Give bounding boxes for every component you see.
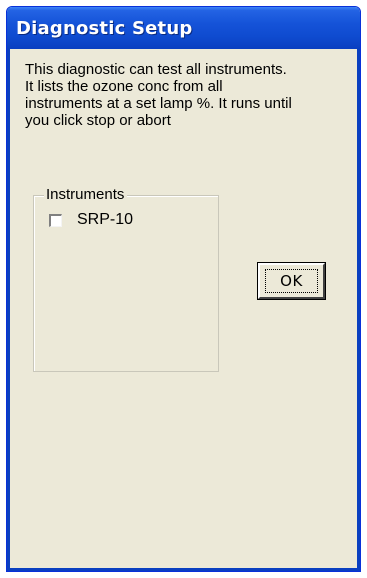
checkbox-unchecked-icon[interactable] xyxy=(49,213,62,227)
description-line-4: you click stop or abort xyxy=(25,112,171,129)
description-text: This diagnostic can test all instruments… xyxy=(25,61,350,129)
instruments-group-label: Instruments xyxy=(44,186,128,204)
description-line-1: This diagnostic can test all instruments… xyxy=(25,61,287,78)
instruments-groupbox: Instruments SRP-10 xyxy=(33,186,219,372)
instrument-checkbox-srp-10[interactable]: SRP-10 xyxy=(49,211,133,229)
dialog-client-area: This diagnostic can test all instruments… xyxy=(7,49,360,571)
description-line-3: instruments at a set lamp %. It runs unt… xyxy=(25,95,292,112)
ok-button-label: OK xyxy=(265,269,318,293)
title-bar[interactable]: Diagnostic Setup xyxy=(7,7,360,49)
ok-button[interactable]: OK xyxy=(257,262,326,300)
window-title: Diagnostic Setup xyxy=(16,17,193,39)
instrument-checkbox-label[interactable]: SRP-10 xyxy=(77,211,133,229)
description-line-2: It lists the ozone conc from all xyxy=(25,78,223,95)
diagnostic-setup-window: Diagnostic Setup This diagnostic can tes… xyxy=(6,6,361,572)
